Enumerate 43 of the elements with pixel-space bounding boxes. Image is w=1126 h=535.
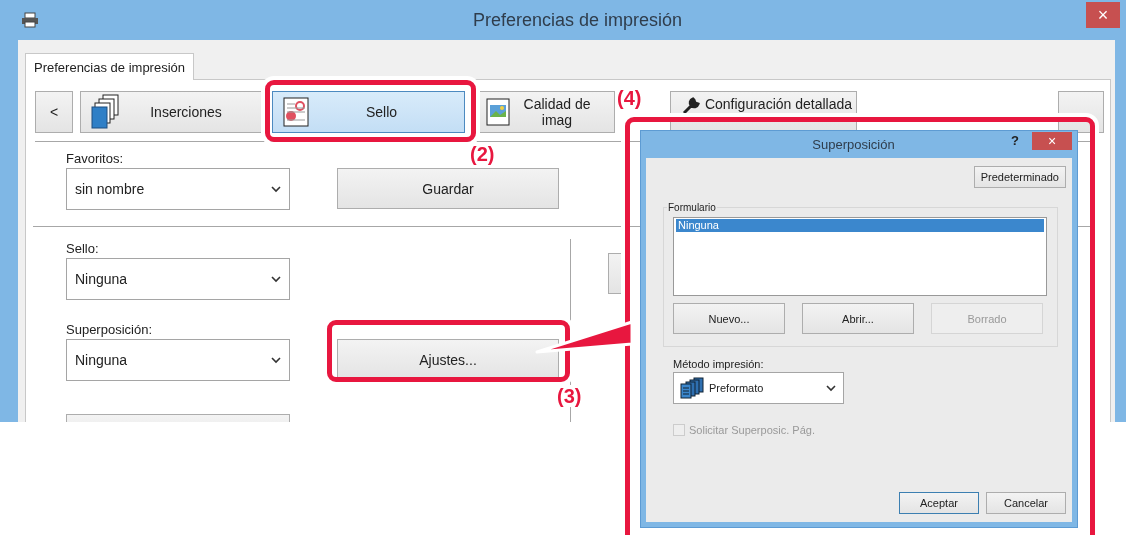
dropdown-value: Ninguna: [75, 352, 128, 368]
dropdown[interactable]: Ninguna: [66, 339, 290, 381]
dropdown[interactable]: Preformato: [673, 372, 844, 404]
chevron-down-icon: [271, 356, 281, 364]
close-button[interactable]: ×: [1032, 131, 1072, 150]
save-button[interactable]: Guardar: [337, 168, 559, 209]
dropdown-value: Preformato: [709, 382, 765, 394]
group-label: Formulario: [667, 202, 717, 213]
window-title: Preferencias de impresión: [471, 9, 684, 31]
chevron-down-icon: [271, 185, 281, 193]
button[interactable]: Cancelar: [986, 492, 1066, 514]
category-button[interactable]: Sello: [272, 91, 465, 133]
field-label: Método impresión:: [673, 358, 765, 370]
list-item[interactable]: Ninguna: [676, 219, 1044, 232]
dropdown-value: Ninguna: [75, 271, 128, 287]
printer-icon: [21, 12, 39, 28]
step-number: (4): [615, 87, 644, 109]
field-label: Superposición:: [66, 322, 153, 339]
field-label: Favoritos:: [66, 151, 125, 168]
wrench-icon: [681, 96, 701, 116]
dropdown-value: sin nombre: [75, 181, 145, 197]
category-button[interactable]: Inserciones: [80, 91, 262, 133]
close-button[interactable]: ×: [1086, 2, 1120, 28]
chevron-down-icon: [826, 384, 836, 392]
help-button[interactable]: ?: [1006, 133, 1024, 148]
stamp-icon: [283, 97, 309, 127]
stacked-pages-icon: [679, 377, 705, 399]
previous-button[interactable]: <: [35, 91, 73, 133]
dropdown[interactable]: Ninguna: [66, 258, 290, 300]
chevron-down-icon: [271, 275, 281, 283]
dropdown[interactable]: sin nombre: [66, 168, 290, 210]
button[interactable]: Nuevo...: [673, 303, 785, 334]
button[interactable]: Aceptar: [899, 492, 979, 514]
tab[interactable]: Preferencias de impresión: [25, 53, 195, 80]
button[interactable]: Abrir...: [802, 303, 914, 334]
step-number: (3): [555, 385, 584, 407]
default-button[interactable]: Predeterminado: [973, 166, 1066, 188]
field-label: Sello:: [66, 241, 100, 258]
pages-icon: [91, 94, 121, 130]
dialog-title: Superposición: [811, 137, 896, 152]
step-number: (2): [468, 143, 497, 165]
image-icon: [486, 98, 510, 126]
checkbox-label: Solicitar Superposic. Pág.: [689, 424, 815, 436]
